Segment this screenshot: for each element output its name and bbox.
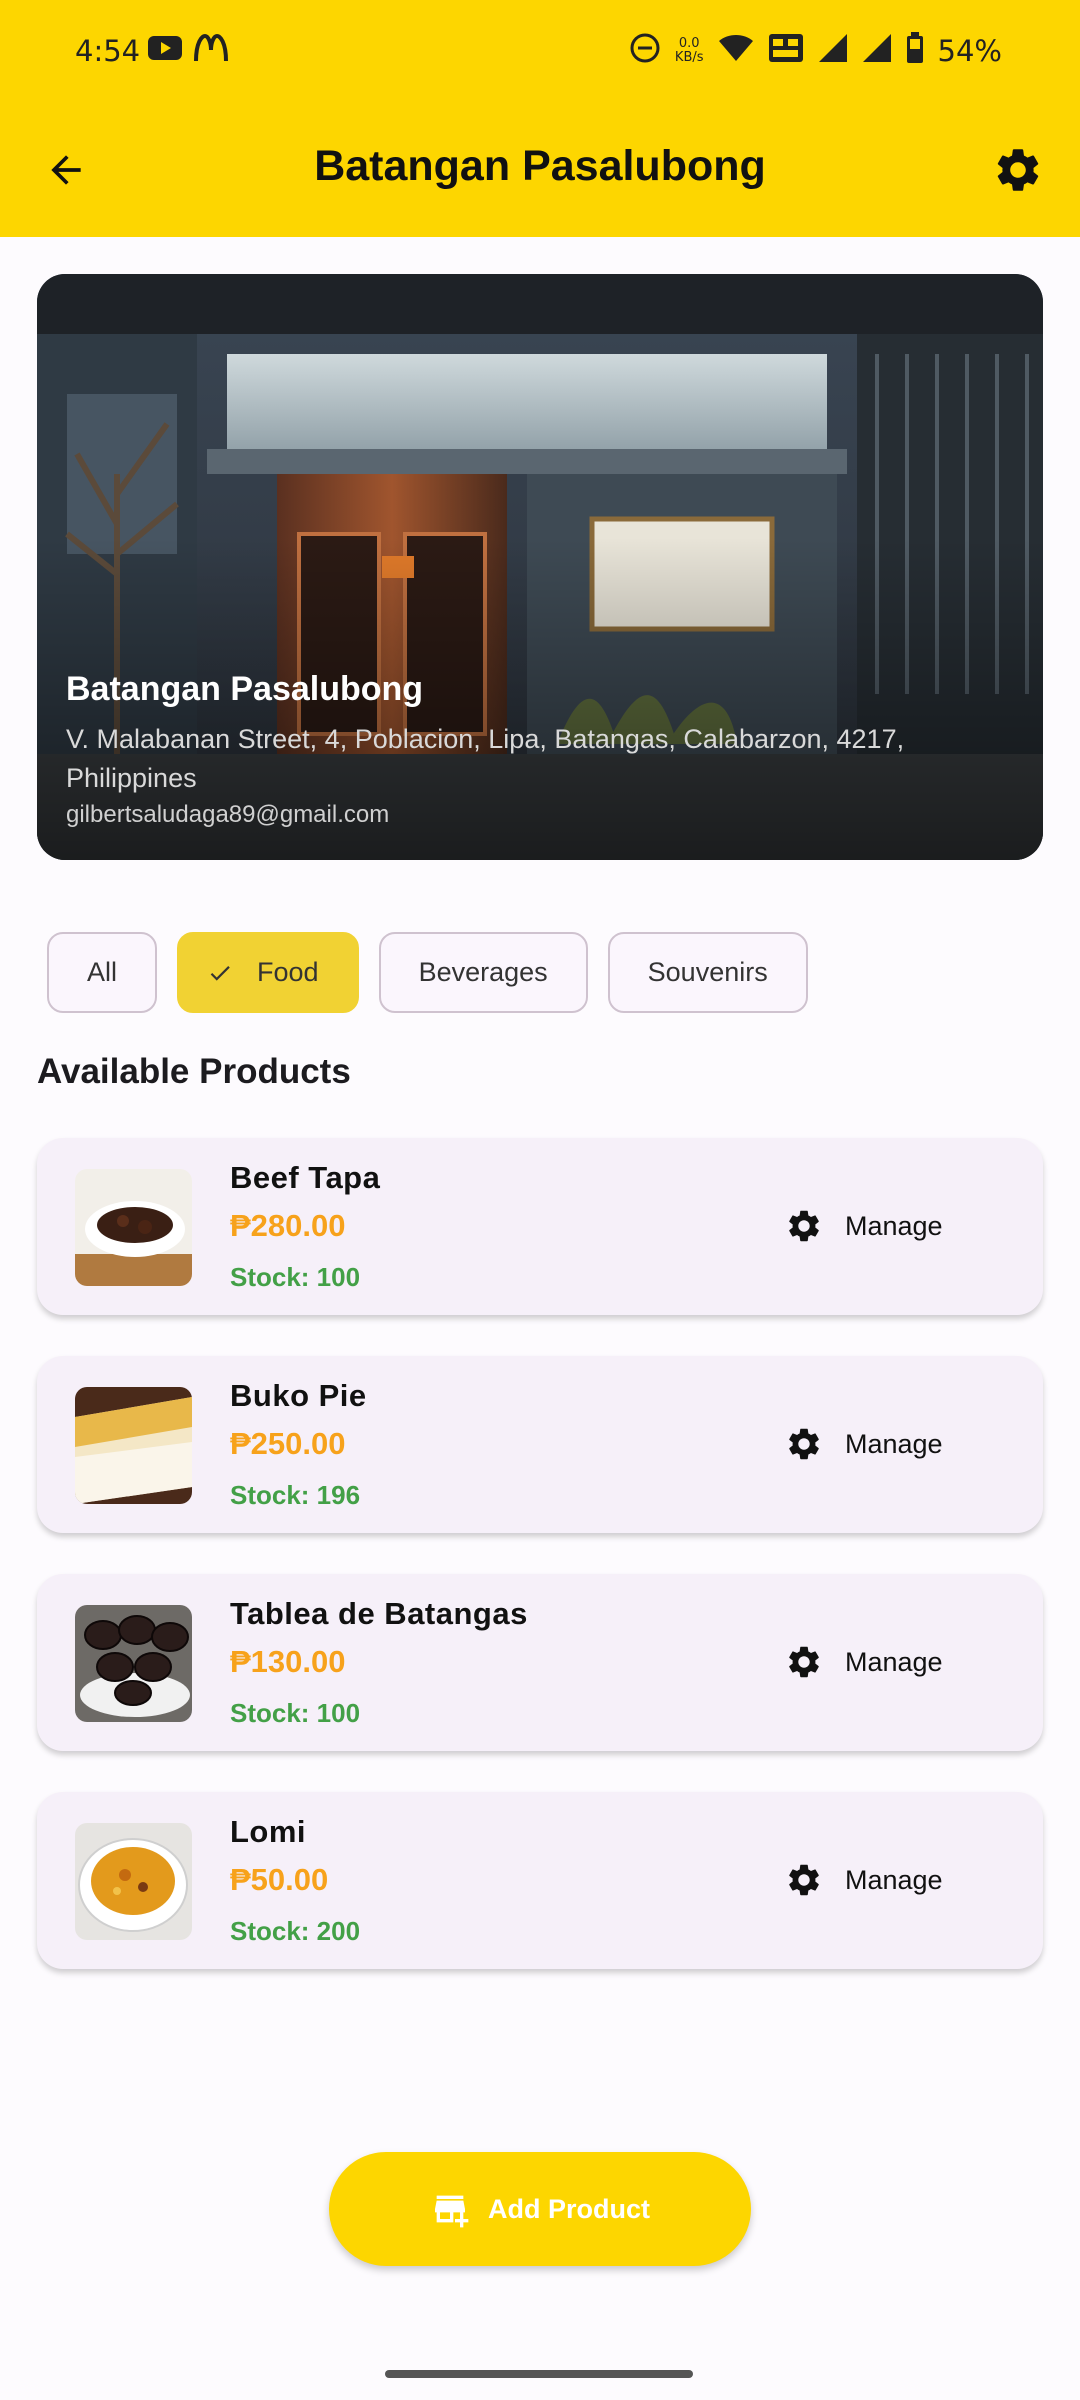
product-price: ₱130.00 (230, 1644, 346, 1679)
check-icon (210, 965, 230, 981)
product-image (75, 1823, 192, 1940)
network-speed: 0.0 KB/s (674, 35, 704, 65)
chip-label: All (87, 957, 118, 987)
gear-icon (997, 149, 1039, 191)
battery-percent: 54% (937, 33, 1002, 68)
store-email: gilbertsaludaga89@gmail.com (66, 801, 390, 828)
gear-icon (789, 1428, 819, 1460)
product-name: Tablea de Batangas (230, 1596, 528, 1631)
manage-button[interactable]: Manage (785, 1194, 943, 1258)
wifi-icon (718, 34, 754, 67)
product-image (75, 1605, 192, 1722)
section-title: Available Products (37, 1052, 351, 1091)
youtube-icon (148, 36, 182, 65)
product-price: ₱50.00 (230, 1862, 329, 1897)
add-product-label: Add Product (488, 2193, 650, 2224)
settings-button[interactable] (986, 138, 1050, 202)
product-image (75, 1169, 192, 1286)
manage-button[interactable]: Manage (785, 1630, 943, 1694)
chip-label: Food (257, 957, 319, 987)
store-name: Batangan Pasalubong (66, 670, 424, 708)
product-card[interactable]: Tablea de Batangas ₱130.00 Stock: 100 Ma… (37, 1574, 1043, 1751)
network-speed-unit: KB/s (674, 49, 704, 65)
product-card[interactable]: Lomi ₱50.00 Stock: 200 Manage (37, 1792, 1043, 1969)
product-price: ₱280.00 (230, 1208, 346, 1243)
manage-label: Manage (845, 1864, 943, 1895)
product-price: ₱250.00 (230, 1426, 346, 1461)
page-title: Batangan Pasalubong (314, 142, 766, 190)
gear-icon (789, 1646, 819, 1678)
app-bar: Batangan Pasalubong (0, 120, 1080, 220)
product-image (75, 1387, 192, 1504)
manage-label: Manage (845, 1210, 943, 1241)
product-stock: Stock: 196 (230, 1480, 361, 1510)
product-name: Lomi (230, 1814, 307, 1849)
chip-label: Souvenirs (647, 957, 768, 987)
chip-all[interactable]: All (47, 932, 158, 1013)
signal-icon (818, 33, 848, 68)
manage-button[interactable]: Manage (785, 1412, 943, 1476)
home-indicator[interactable] (385, 2370, 693, 2378)
add-store-icon (435, 2195, 469, 2228)
gear-icon (789, 1864, 819, 1896)
top-app-bar: 4:54 0.0 KB/s 54% Batangan Pasalubong (0, 0, 1080, 237)
status-time: 4:54 (75, 34, 141, 68)
mcdonalds-icon (194, 33, 228, 67)
signal-icon (862, 33, 892, 68)
chip-food[interactable]: Food (177, 932, 359, 1013)
product-stock: Stock: 200 (230, 1916, 361, 1946)
category-filter-chips: All Food Beverages Souvenirs (47, 932, 808, 1013)
product-card[interactable]: Buko Pie ₱250.00 Stock: 196 Manage (37, 1356, 1043, 1533)
battery-icon (906, 32, 924, 69)
chip-beverages[interactable]: Beverages (378, 932, 588, 1013)
add-product-button[interactable]: Add Product (329, 2152, 751, 2266)
status-bar: 4:54 0.0 KB/s 54% (0, 0, 1080, 105)
product-stock: Stock: 100 (230, 1262, 361, 1292)
chip-souvenirs[interactable]: Souvenirs (607, 932, 808, 1013)
manage-label: Manage (845, 1428, 943, 1459)
manage-button[interactable]: Manage (785, 1848, 943, 1912)
product-card[interactable]: Beef Tapa ₱280.00 Stock: 100 Manage (37, 1138, 1043, 1315)
product-name: Buko Pie (230, 1378, 367, 1413)
volte-icon (768, 33, 804, 68)
gear-icon (789, 1210, 819, 1242)
chip-label: Beverages (418, 957, 548, 987)
product-stock: Stock: 100 (230, 1698, 361, 1728)
store-address: V. Malabanan Street, 4, Poblacion, Lipa,… (66, 724, 905, 793)
product-name: Beef Tapa (230, 1160, 381, 1195)
manage-label: Manage (845, 1646, 943, 1677)
store-banner: Batangan Pasalubong V. Malabanan Street,… (37, 274, 1043, 860)
dnd-icon (629, 32, 661, 69)
network-speed-value: 0.0 (678, 35, 700, 51)
